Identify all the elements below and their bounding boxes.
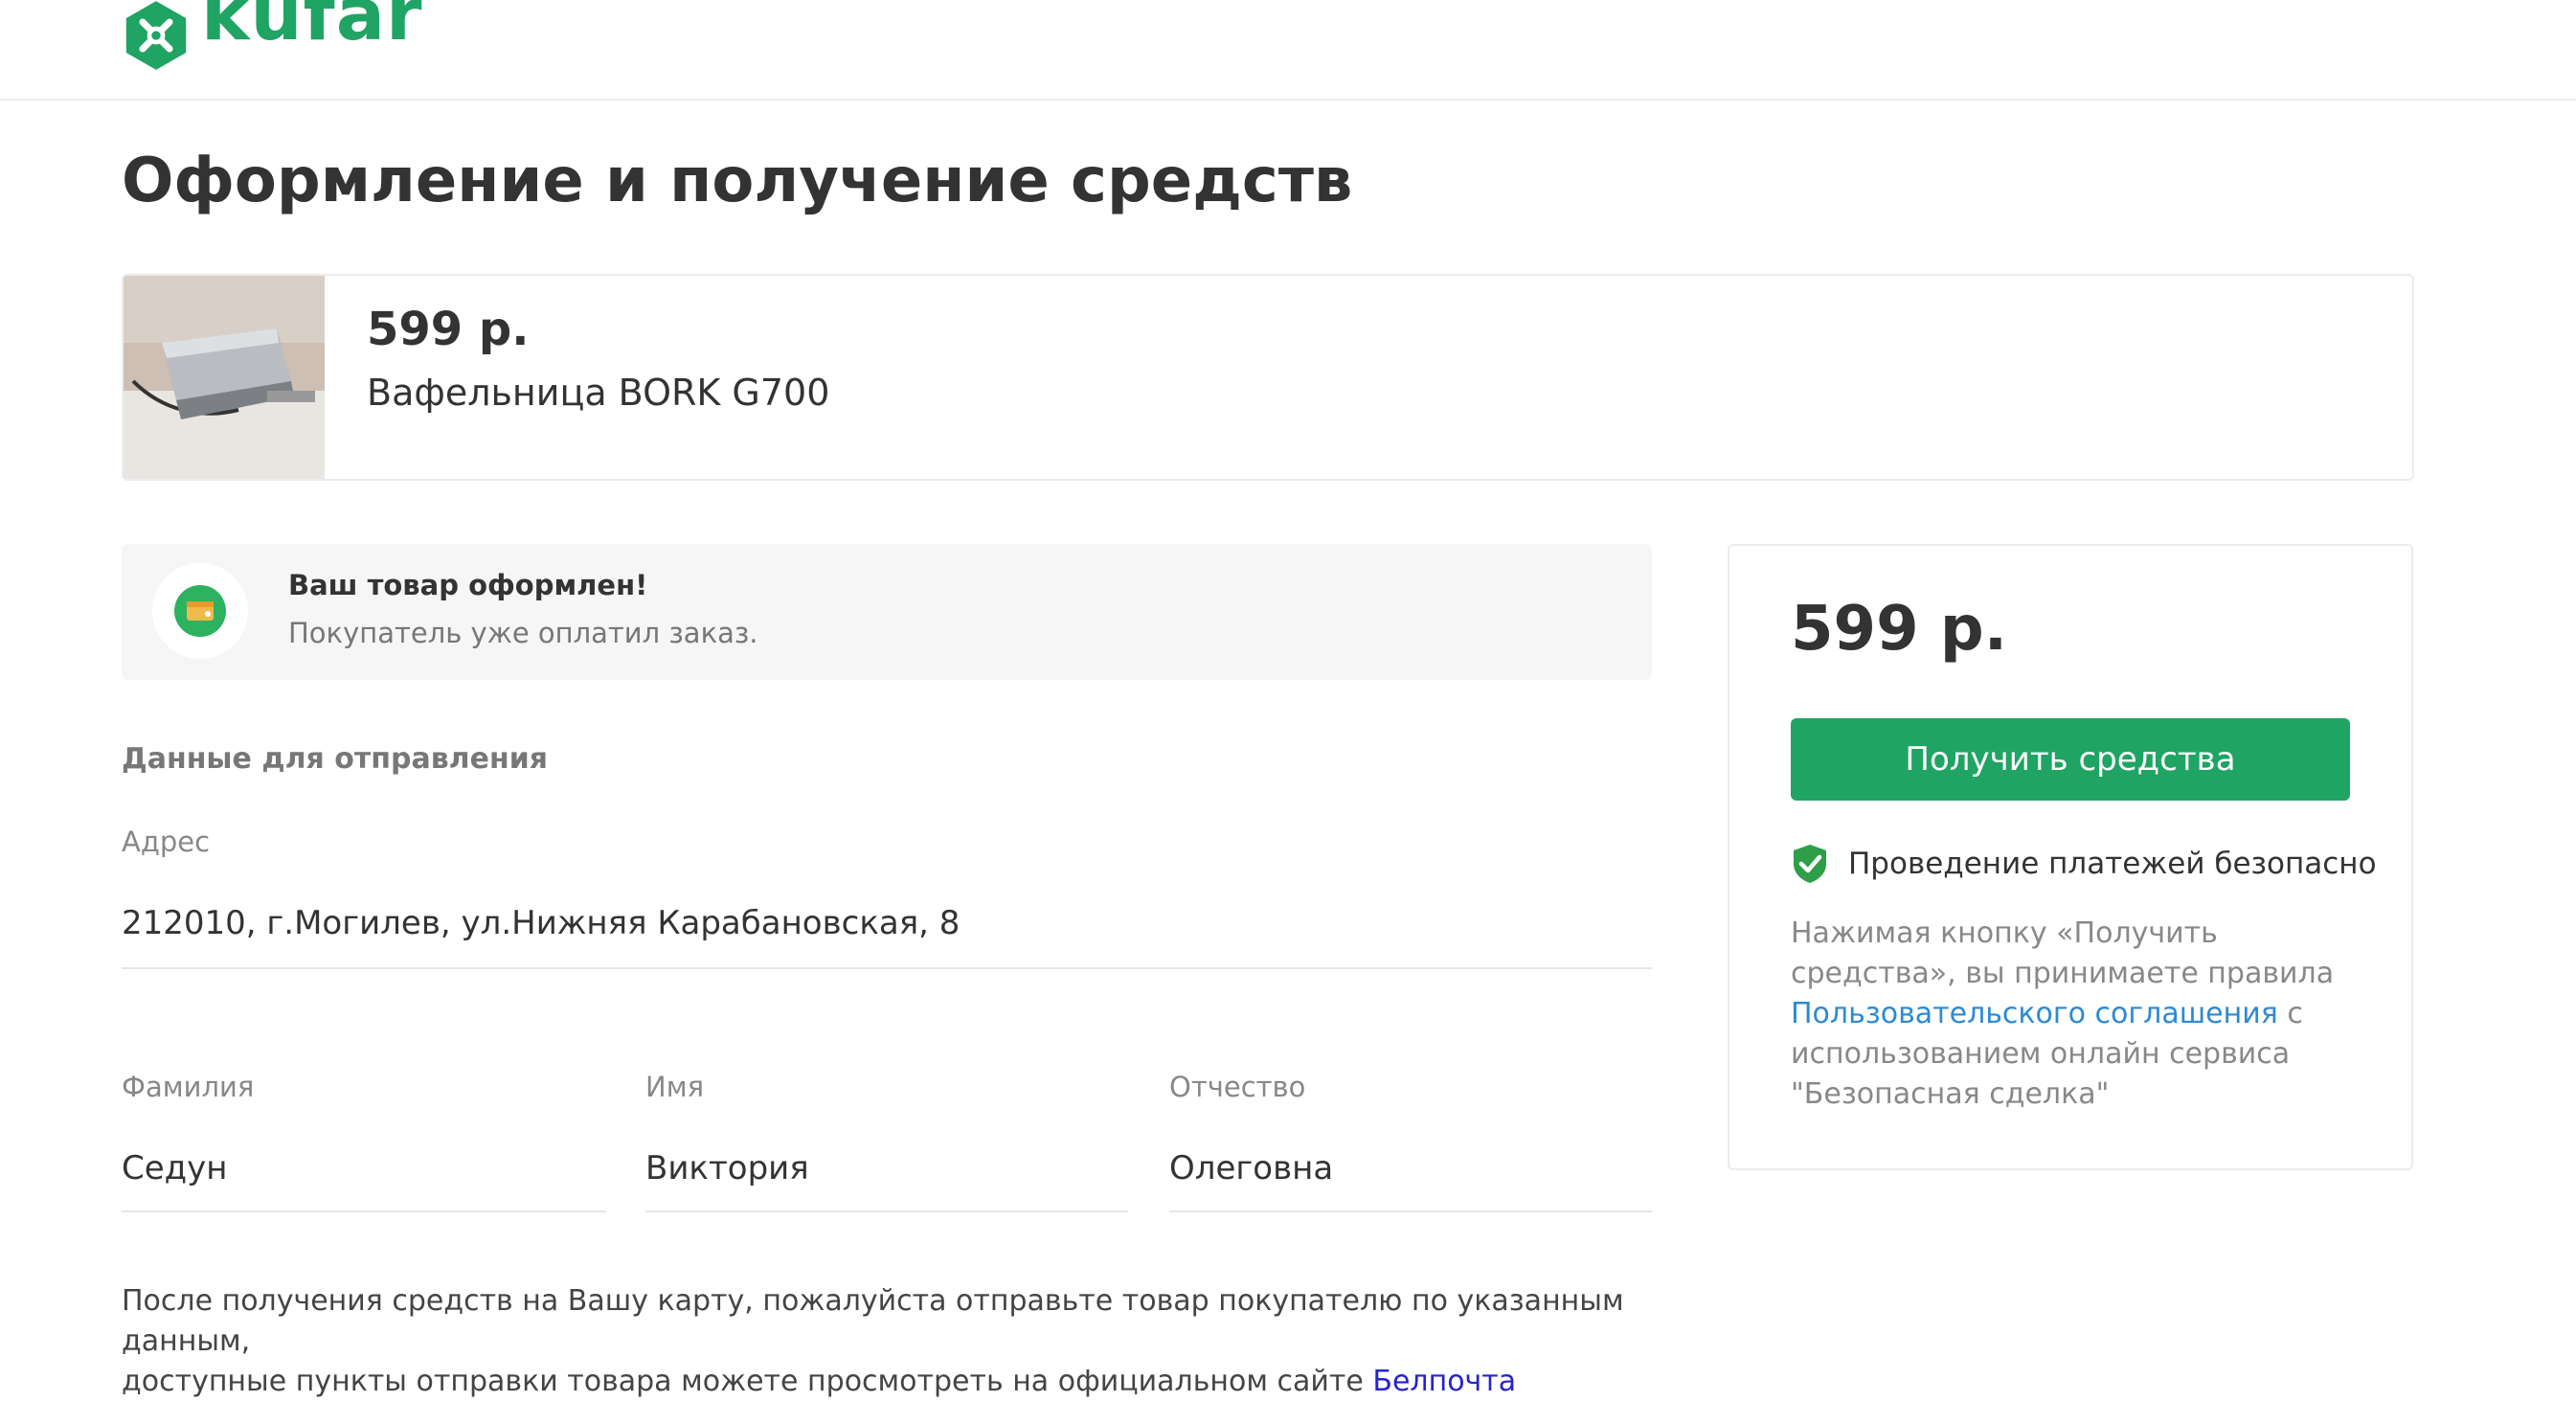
- address-label: Адрес: [122, 825, 211, 858]
- user-agreement-link[interactable]: Пользовательского соглашения: [1791, 997, 2278, 1030]
- status-subtitle: Покупатель уже оплатил заказ.: [288, 617, 758, 649]
- belpochta-link[interactable]: Белпочта: [1372, 1365, 1516, 1398]
- order-status-box: Ваш товар оформлен! Покупатель уже оплат…: [122, 544, 1652, 680]
- logo-text: kufar: [201, 0, 423, 57]
- surname-label: Фамилия: [122, 1071, 255, 1103]
- shipping-instructions: После получения средств на Вашу карту, п…: [122, 1281, 1692, 1402]
- name-field[interactable]: Виктория: [645, 1149, 809, 1187]
- patronymic-underline: [1169, 1210, 1652, 1212]
- surname-field[interactable]: Седун: [122, 1149, 228, 1187]
- patronymic-field[interactable]: Олеговна: [1169, 1149, 1333, 1187]
- secure-payment-row: Проведение платежей безопасно: [1791, 843, 2377, 885]
- address-field[interactable]: 212010, г.Могилев, ул.Нижняя Карабановск…: [122, 904, 960, 942]
- kufar-logo[interactable]: kufar: [0, 0, 421, 96]
- kufar-logo-icon: [125, 1, 187, 70]
- payout-price: 599 р.: [1791, 594, 2007, 665]
- status-title: Ваш товар оформлен!: [288, 569, 648, 601]
- name-label: Имя: [645, 1071, 705, 1103]
- secure-payment-text: Проведение платежей безопасно: [1848, 847, 2377, 881]
- surname-underline: [122, 1210, 606, 1212]
- instructions-line-1: После получения средств на Вашу карту, п…: [122, 1284, 1624, 1358]
- shipping-section-title: Данные для отправления: [122, 742, 549, 776]
- address-underline: [122, 967, 1652, 969]
- wallet-icon: [174, 585, 226, 637]
- page-title: Оформление и получение средств: [122, 146, 1353, 216]
- status-icon-container: [152, 563, 248, 659]
- product-name[interactable]: Вафельница BORK G700: [367, 372, 829, 414]
- shield-check-icon: [1794, 845, 1826, 883]
- get-funds-button[interactable]: Получить средства: [1791, 718, 2350, 801]
- product-card[interactable]: 599 р. Вафельница BORK G700: [122, 274, 2414, 481]
- terms-prefix: Нажимая кнопку «Получить средства», вы п…: [1791, 916, 2335, 990]
- site-header: kufar: [0, 0, 2576, 101]
- instructions-line-2: доступные пункты отправки товара можете …: [122, 1365, 1364, 1398]
- waffle-maker-photo: [124, 276, 325, 479]
- product-price: 599 р.: [367, 303, 530, 356]
- terms-notice: Нажимая кнопку «Получить средства», вы п…: [1791, 914, 2365, 1115]
- patronymic-label: Отчество: [1169, 1071, 1306, 1103]
- name-underline: [645, 1210, 1128, 1212]
- payout-card: 599 р. Получить средства Проведение плат…: [1728, 544, 2413, 1170]
